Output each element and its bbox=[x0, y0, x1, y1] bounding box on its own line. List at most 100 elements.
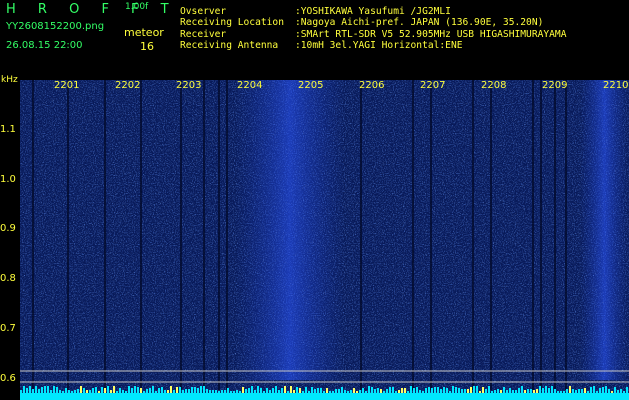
baseline-spike bbox=[449, 391, 451, 393]
baseline-spike bbox=[347, 391, 349, 393]
baseline-spike bbox=[545, 386, 547, 393]
location-value: :Nagoya Aichi-pref. JAPAN (136.90E, 35.2… bbox=[295, 17, 544, 28]
baseline-spike bbox=[401, 388, 403, 393]
baseline-spike bbox=[113, 386, 115, 393]
dark-column bbox=[490, 80, 492, 390]
baseline-spike bbox=[443, 387, 445, 393]
baseline-spike bbox=[212, 390, 214, 393]
app-brand: H R O F F T bbox=[6, 2, 178, 17]
baseline-spike bbox=[149, 388, 151, 393]
baseline-spike bbox=[530, 389, 532, 393]
y-tick-label: 1.0 bbox=[0, 174, 16, 185]
baseline-spike bbox=[275, 386, 277, 393]
baseline-spike bbox=[230, 391, 232, 393]
baseline-spike bbox=[428, 387, 430, 393]
baseline-spike bbox=[221, 390, 223, 393]
baseline-spike bbox=[458, 388, 460, 393]
baseline-spike bbox=[77, 389, 79, 393]
baseline-spike bbox=[455, 387, 457, 393]
baseline-spike bbox=[503, 387, 505, 393]
dark-column bbox=[180, 80, 182, 390]
baseline-spike bbox=[464, 389, 466, 393]
receiver-label: Receiver bbox=[180, 29, 227, 40]
baseline-spike bbox=[425, 388, 427, 393]
y-axis-unit: kHz bbox=[1, 75, 18, 85]
baseline-spike bbox=[38, 389, 40, 393]
baseline-spike bbox=[296, 387, 298, 393]
baseline-spike bbox=[590, 387, 592, 393]
dark-column bbox=[140, 80, 142, 390]
baseline-spike bbox=[32, 389, 34, 393]
x-tick-label: 2202 bbox=[115, 80, 141, 91]
baseline-trace bbox=[20, 393, 629, 400]
baseline-spike bbox=[452, 386, 454, 393]
baseline-spike bbox=[470, 387, 472, 393]
baseline-spike bbox=[194, 387, 196, 393]
baseline-spike bbox=[284, 386, 286, 393]
baseline-spike bbox=[338, 389, 340, 393]
baseline-spike bbox=[161, 387, 163, 393]
baseline-spike bbox=[554, 389, 556, 393]
baseline-spike bbox=[479, 391, 481, 393]
y-tick-label: 0.6 bbox=[0, 373, 16, 384]
baseline-spike bbox=[557, 391, 559, 393]
x-tick-label: 2206 bbox=[359, 80, 385, 91]
baseline-spike bbox=[323, 391, 325, 393]
baseline-spike bbox=[266, 388, 268, 393]
baseline-spike bbox=[539, 386, 541, 393]
baseline-spike bbox=[440, 389, 442, 393]
receiver-value: :SMArt RTL-SDR V5 52.905MHz USB HIGASHIM… bbox=[295, 29, 567, 40]
dark-column bbox=[412, 80, 414, 390]
baseline-spike bbox=[608, 389, 610, 393]
antenna-value: :10mH 3el.YAGI Horizontal:ENE bbox=[295, 40, 463, 51]
baseline-spike bbox=[578, 389, 580, 393]
baseline-spike bbox=[380, 389, 382, 393]
baseline-spike bbox=[524, 390, 526, 393]
baseline-spike bbox=[101, 387, 103, 393]
baseline-spike bbox=[584, 388, 586, 393]
y-tick-label: 0.7 bbox=[0, 323, 16, 334]
baseline-spike bbox=[533, 390, 535, 393]
baseline-spike bbox=[500, 390, 502, 393]
baseline-spike bbox=[353, 388, 355, 393]
meteor-label: meteor bbox=[124, 26, 164, 39]
y-tick-label: 0.9 bbox=[0, 223, 16, 234]
hrofft-screen: H R O F F T 1.00f YY2608152200.png meteo… bbox=[0, 0, 629, 400]
baseline-spike bbox=[623, 391, 625, 393]
baseline-spike bbox=[614, 387, 616, 393]
baseline-spike bbox=[596, 391, 598, 393]
baseline-spike bbox=[167, 390, 169, 393]
baseline-spike bbox=[371, 387, 373, 393]
baseline-spike bbox=[560, 391, 562, 393]
baseline-spike bbox=[491, 391, 493, 393]
baseline-spike bbox=[134, 386, 136, 393]
dark-column bbox=[565, 80, 567, 390]
baseline-spike bbox=[245, 389, 247, 393]
dark-column bbox=[203, 80, 205, 390]
baseline-spike bbox=[620, 389, 622, 393]
baseline-spike bbox=[482, 387, 484, 393]
baseline-spike bbox=[326, 388, 328, 393]
baseline-spike bbox=[341, 387, 343, 393]
file-name: YY2608152200.png bbox=[6, 21, 105, 32]
baseline-spike bbox=[605, 386, 607, 393]
baseline-spike bbox=[314, 389, 316, 393]
baseline-spike bbox=[170, 386, 172, 393]
baseline-spike bbox=[368, 386, 370, 393]
baseline-spike bbox=[542, 388, 544, 393]
baseline-spike bbox=[263, 391, 265, 393]
baseline-spike bbox=[563, 391, 565, 393]
x-tick-label: 2207 bbox=[420, 80, 446, 91]
baseline-spike bbox=[248, 388, 250, 393]
baseline-spike bbox=[104, 388, 106, 393]
baseline-spike bbox=[95, 387, 97, 393]
baseline-spike bbox=[260, 388, 262, 393]
baseline-spike bbox=[536, 389, 538, 393]
baseline-spike bbox=[158, 388, 160, 393]
baseline-spike bbox=[227, 388, 229, 393]
baseline-spike bbox=[575, 390, 577, 393]
baseline-spike bbox=[383, 391, 385, 393]
dark-column bbox=[218, 80, 220, 390]
baseline-spike bbox=[518, 388, 520, 393]
baseline-spike bbox=[23, 386, 25, 393]
